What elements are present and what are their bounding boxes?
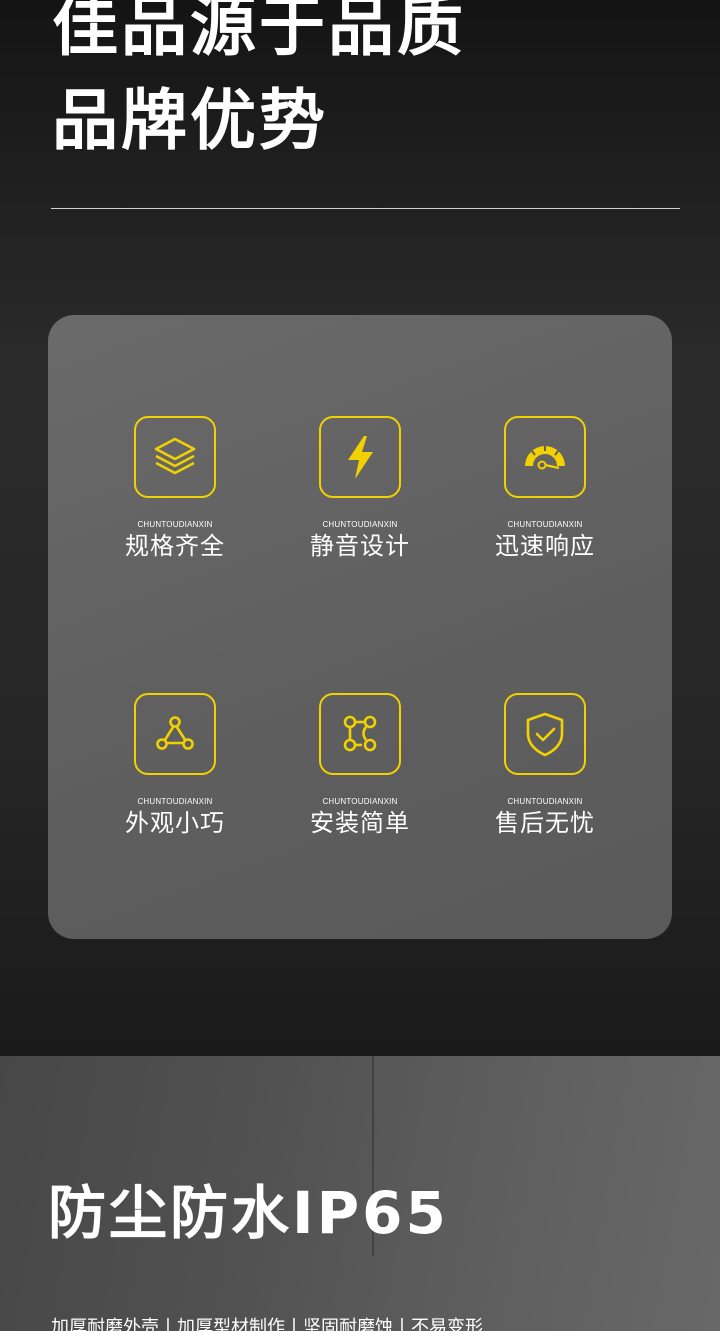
triangle-nodes-icon bbox=[134, 693, 216, 775]
speedometer-icon bbox=[504, 416, 586, 498]
feature-label: 外观小巧 bbox=[125, 809, 225, 837]
protection-section: 防尘防水IP65 加厚耐磨外壳丨加厚型材制作丨坚固耐磨蚀丨不易变形 bbox=[0, 1056, 720, 1331]
feature-subtitle: CHUNTOUDIANXIN bbox=[322, 520, 398, 529]
protection-description: 加厚耐磨外壳丨加厚型材制作丨坚固耐磨蚀丨不易变形 bbox=[51, 1317, 483, 1331]
hero-title-line2: 品牌优势 bbox=[52, 82, 328, 159]
feature-subtitle: CHUNTOUDIANXIN bbox=[322, 797, 398, 806]
brand-advantage-section: 佳品源于品质 品牌优势 CHUNTOUDIANXIN 规格齐全 CHUNTOUD… bbox=[0, 0, 720, 1056]
feature-subtitle: CHUNTOUDIANXIN bbox=[137, 520, 213, 529]
feature-label: 安装简单 bbox=[310, 809, 410, 837]
feature-item-aftersales: CHUNTOUDIANXIN 售后无忧 bbox=[460, 693, 630, 837]
protection-title: 防尘防水IP65 bbox=[48, 1179, 449, 1247]
hero-title-line1: 佳品源于品质 bbox=[52, 0, 466, 65]
feature-item-install: CHUNTOUDIANXIN 安装简单 bbox=[275, 693, 445, 837]
lightning-icon bbox=[319, 416, 401, 498]
features-panel: CHUNTOUDIANXIN 规格齐全 CHUNTOUDIANXIN 静音设计 bbox=[48, 315, 672, 939]
feature-item-silent: CHUNTOUDIANXIN 静音设计 bbox=[275, 416, 445, 560]
feature-label: 静音设计 bbox=[310, 532, 410, 560]
shield-check-icon bbox=[504, 693, 586, 775]
feature-label: 售后无忧 bbox=[495, 809, 595, 837]
divider bbox=[51, 208, 680, 209]
feature-label: 规格齐全 bbox=[125, 532, 225, 560]
feature-item-specs: CHUNTOUDIANXIN 规格齐全 bbox=[90, 416, 260, 560]
layers-icon bbox=[134, 416, 216, 498]
feature-label: 迅速响应 bbox=[495, 532, 595, 560]
feature-subtitle: CHUNTOUDIANXIN bbox=[137, 797, 213, 806]
flow-nodes-icon bbox=[319, 693, 401, 775]
feature-subtitle: CHUNTOUDIANXIN bbox=[507, 520, 583, 529]
feature-item-compact: CHUNTOUDIANXIN 外观小巧 bbox=[90, 693, 260, 837]
feature-item-response: CHUNTOUDIANXIN 迅速响应 bbox=[460, 416, 630, 560]
feature-subtitle: CHUNTOUDIANXIN bbox=[507, 797, 583, 806]
